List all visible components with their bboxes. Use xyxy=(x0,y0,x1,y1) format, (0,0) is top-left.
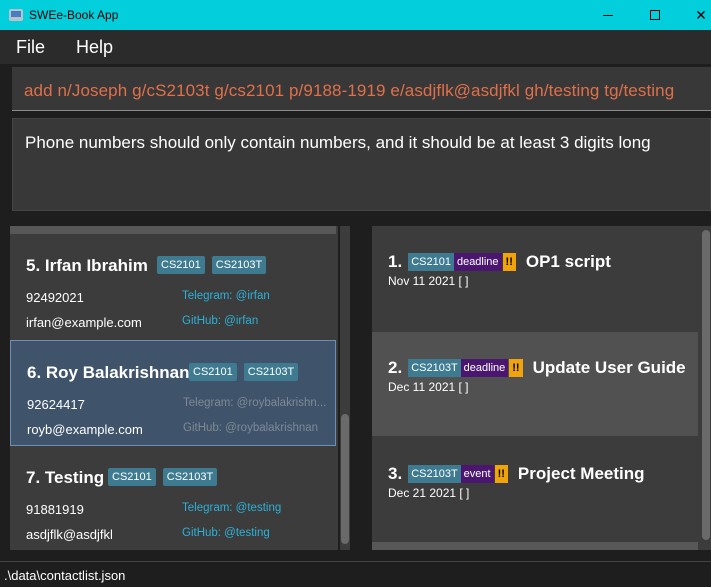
event-tag: CS2103T xyxy=(408,359,461,377)
person-telegram-link[interactable]: Telegram: @testing xyxy=(182,502,326,514)
person-list-panel: 5. Irfan Ibrahim CS2101 CS2103T 92492021… xyxy=(0,214,362,561)
event-importance: !! xyxy=(502,253,516,271)
person-card[interactable]: 7. Testing CS2101 CS2103T 91881919 asdjf… xyxy=(10,446,336,550)
event-tag: CS2103T xyxy=(408,465,461,483)
command-box-container: add n/Joseph g/cS2103t g/cs2101 p/9188-1… xyxy=(0,64,711,114)
event-index: 2. xyxy=(388,358,403,377)
person-github-link[interactable]: GitHub: @roybalakrishnan xyxy=(183,422,318,434)
person-tag: CS2101 xyxy=(157,256,205,274)
person-list-scroll-thumb[interactable] xyxy=(341,414,349,544)
person-list-top-edge xyxy=(10,226,336,234)
menu-file[interactable]: File xyxy=(8,37,53,58)
person-phone: 91881919 xyxy=(26,502,84,517)
window-title: SWEe-Book App xyxy=(29,8,119,22)
person-email: royb@example.com xyxy=(27,422,143,437)
person-name: 5. Irfan Ibrahim xyxy=(26,256,148,275)
command-input-text: add n/Joseph g/cS2103t g/cs2101 p/9188-1… xyxy=(24,81,675,100)
result-display[interactable]: Phone numbers should only contain number… xyxy=(12,118,711,211)
event-list-bottom-edge xyxy=(372,542,698,550)
event-card[interactable]: 3. CS2103T event !! Project Meeting Dec … xyxy=(372,438,698,542)
event-type: deadline xyxy=(453,253,502,271)
person-name: 7. Testing xyxy=(26,468,105,487)
person-tag: CS2103T xyxy=(211,256,267,274)
app-icon xyxy=(9,9,23,21)
event-list[interactable]: 1. CS2101 deadline !! OP1 script Nov 11 … xyxy=(372,226,701,550)
event-header: 1. CS2101 deadline !! OP1 script xyxy=(388,252,611,272)
command-input[interactable]: add n/Joseph g/cS2103t g/cs2101 p/9188-1… xyxy=(12,67,711,111)
person-tags: CS2101 CS2103T xyxy=(189,363,299,381)
result-message: Phone numbers should only contain number… xyxy=(25,133,651,152)
person-tag: CS2103T xyxy=(243,363,299,381)
event-index: 1. xyxy=(388,252,403,271)
person-card-selected[interactable]: 6. Roy Balakrishnan CS2101 CS2103T 92624… xyxy=(10,340,336,446)
person-tag: CS2101 xyxy=(108,468,156,486)
person-github-link[interactable]: GitHub: @testing xyxy=(182,527,270,539)
event-date: Dec 11 2021 [ ] xyxy=(388,380,469,394)
person-phone: 92492021 xyxy=(26,290,84,305)
event-index: 3. xyxy=(388,464,403,483)
person-email: asdjflk@asdjfkl xyxy=(26,527,113,542)
lists-area: 5. Irfan Ibrahim CS2101 CS2103T 92492021… xyxy=(0,214,711,561)
event-title: Update User Guide xyxy=(532,358,686,377)
person-telegram-link[interactable]: Telegram: @roybalakrishn... xyxy=(183,397,327,409)
event-header: 2. CS2103T deadline !! Update User Guide xyxy=(388,358,686,378)
event-title: OP1 script xyxy=(525,252,611,271)
close-button[interactable]: ✕ xyxy=(678,0,711,30)
status-bar: .\data\contactlist.json xyxy=(0,561,711,587)
event-card[interactable]: 2. CS2103T deadline !! Update User Guide… xyxy=(372,332,698,436)
minimize-icon xyxy=(603,14,613,16)
close-icon: ✕ xyxy=(695,6,707,23)
event-tag: CS2101 xyxy=(408,253,454,271)
person-email: irfan@example.com xyxy=(26,315,142,330)
event-card[interactable]: 1. CS2101 deadline !! OP1 script Nov 11 … xyxy=(372,226,698,330)
minimize-button[interactable] xyxy=(585,0,631,30)
maximize-icon xyxy=(650,10,660,20)
person-card[interactable]: 5. Irfan Ibrahim CS2101 CS2103T 92492021… xyxy=(10,234,336,340)
event-header: 3. CS2103T event !! Project Meeting xyxy=(388,464,645,484)
menu-bar: File Help xyxy=(0,30,711,64)
person-tag: CS2101 xyxy=(189,363,237,381)
title-bar: SWEe-Book App ✕ xyxy=(0,0,711,30)
event-type: deadline xyxy=(460,359,509,377)
event-date: Nov 11 2021 [ ] xyxy=(388,274,469,288)
save-location: .\data\contactlist.json xyxy=(4,568,126,583)
person-tags: CS2101 CS2103T xyxy=(157,256,267,274)
event-type: event xyxy=(460,465,494,483)
event-title: Project Meeting xyxy=(517,464,645,483)
person-tags: CS2101 CS2103T xyxy=(108,468,218,486)
person-phone: 92624417 xyxy=(27,397,85,412)
event-date: Dec 21 2021 [ ] xyxy=(388,486,470,500)
event-importance: !! xyxy=(509,359,523,377)
event-list-panel: 1. CS2101 deadline !! OP1 script Nov 11 … xyxy=(362,214,711,561)
person-github-link[interactable]: GitHub: @irfan xyxy=(182,315,258,327)
event-importance: !! xyxy=(494,465,508,483)
person-name: 6. Roy Balakrishnan xyxy=(27,363,190,382)
result-display-container: Phone numbers should only contain number… xyxy=(0,114,711,214)
menu-help[interactable]: Help xyxy=(68,37,121,58)
maximize-button[interactable] xyxy=(632,0,678,30)
person-telegram-link[interactable]: Telegram: @irfan xyxy=(182,290,326,302)
person-tag: CS2103T xyxy=(162,468,218,486)
person-list[interactable]: 5. Irfan Ibrahim CS2101 CS2103T 92492021… xyxy=(10,226,338,550)
event-list-scroll-thumb[interactable] xyxy=(702,230,710,540)
